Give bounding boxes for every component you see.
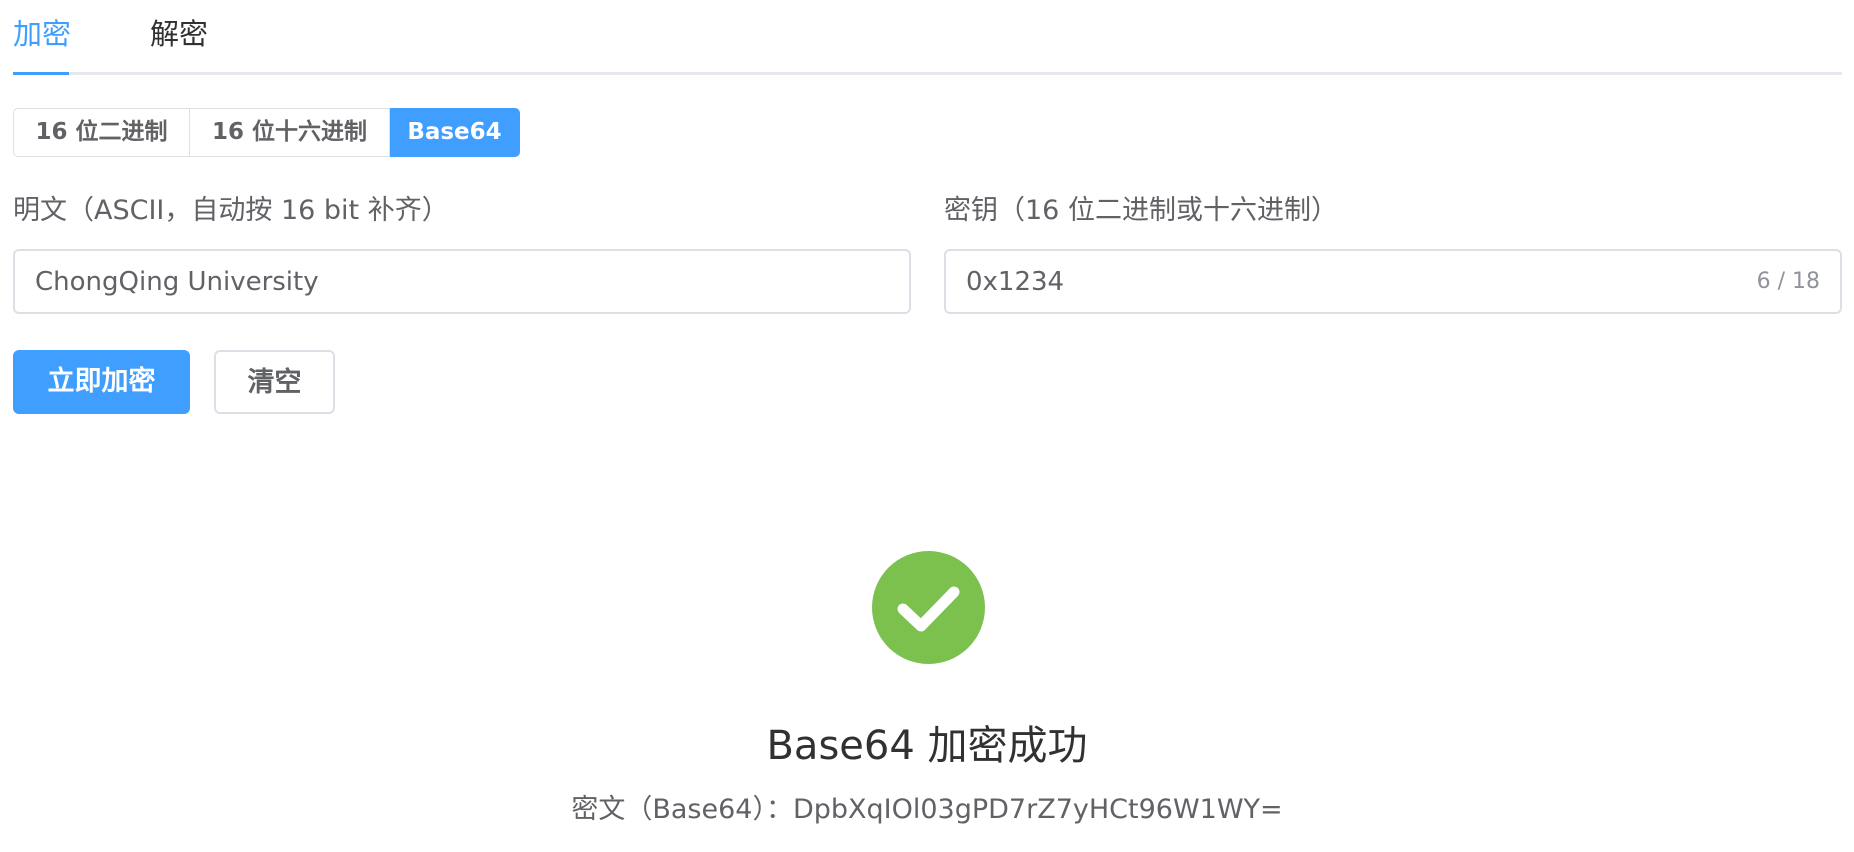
key-char-counter: 6 / 18 xyxy=(1756,269,1820,294)
key-input[interactable] xyxy=(946,251,1840,312)
plaintext-label: 明文（ASCII，自动按 16 bit 补齐） xyxy=(13,195,449,226)
plaintext-input[interactable] xyxy=(15,251,909,312)
format-radio-group: 16 位二进制 16 位十六进制 Base64 xyxy=(13,108,520,157)
ciphertext-output: 密文（Base64）：DpbXqIOl03gPD7rZ7yHCt96W1WY= xyxy=(571,794,1283,825)
check-circle-icon xyxy=(872,551,985,664)
active-tab-indicator xyxy=(13,72,69,75)
checkmark-icon xyxy=(897,586,960,632)
plaintext-field xyxy=(13,249,911,314)
format-option-base64[interactable]: Base64 xyxy=(390,108,520,157)
key-label: 密钥（16 位二进制或十六进制） xyxy=(944,195,1338,226)
encrypt-button[interactable]: 立即加密 xyxy=(13,350,190,414)
tab-encrypt[interactable]: 加密 xyxy=(13,14,71,54)
clear-button[interactable]: 清空 xyxy=(214,350,335,414)
format-option-binary[interactable]: 16 位二进制 xyxy=(13,108,190,157)
tab-decrypt[interactable]: 解密 xyxy=(150,14,208,54)
mode-tabs: 加密 解密 xyxy=(13,0,1842,75)
key-field: 6 / 18 xyxy=(944,249,1842,314)
format-option-hex[interactable]: 16 位十六进制 xyxy=(190,108,390,157)
result-title: Base64 加密成功 xyxy=(766,723,1088,769)
